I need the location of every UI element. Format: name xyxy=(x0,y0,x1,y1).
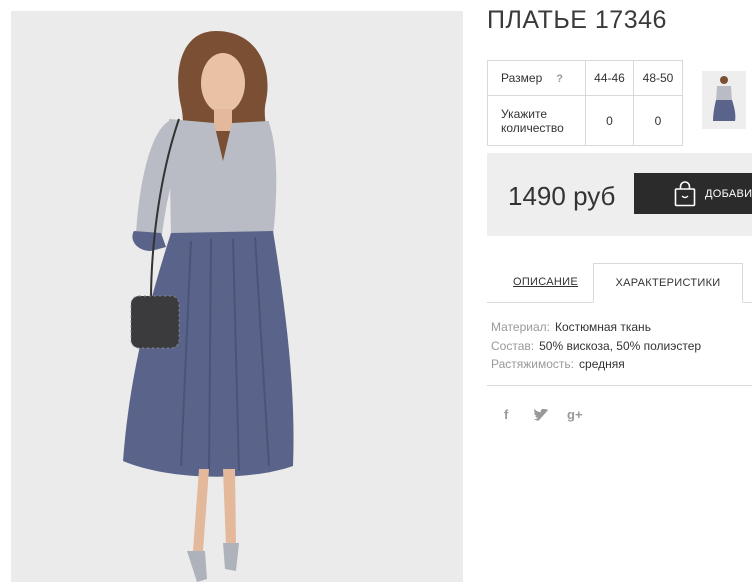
product-title: ПЛАТЬЕ 17346 xyxy=(487,6,667,34)
size-quantity-table: Размер? 44-46 48-50 Укажите количество 0… xyxy=(487,60,683,146)
quantity-label: Укажите количество xyxy=(487,95,586,146)
spec-row: Растяжимость: средняя xyxy=(491,355,701,374)
dress-model-illustration xyxy=(123,31,294,582)
section-divider xyxy=(487,385,752,386)
size-help-icon[interactable]: ? xyxy=(556,73,563,85)
quantity-input-44-46[interactable]: 0 xyxy=(585,95,634,146)
tab-characteristics[interactable]: ХАРАКТЕРИСТИКИ xyxy=(593,263,743,303)
add-to-cart-label: ДОБАВИТЬ xyxy=(705,187,752,200)
size-44-46: 44-46 xyxy=(585,60,634,96)
twitter-icon[interactable] xyxy=(534,409,549,421)
quantity-input-48-50[interactable]: 0 xyxy=(633,95,683,146)
specs-list: Материал: Костюмная ткань Состав: 50% виск… xyxy=(491,318,701,374)
product-price: 1490 руб xyxy=(508,181,616,211)
product-main-image[interactable] xyxy=(11,11,463,582)
spec-value: средняя xyxy=(579,357,625,371)
tab-description[interactable]: ОПИСАНИЕ xyxy=(513,276,578,288)
product-thumbnail[interactable] xyxy=(702,71,746,129)
shopping-bag-icon xyxy=(674,180,696,206)
spec-key: Растяжимость: xyxy=(491,357,575,371)
spec-value: Костюмная ткань xyxy=(554,320,651,334)
size-label: Размер xyxy=(501,71,543,85)
spec-key: Материал: xyxy=(491,320,550,334)
size-48-50: 48-50 xyxy=(633,60,683,96)
thumbnail-image xyxy=(713,76,736,121)
spec-row: Состав: 50% вискоза, 50% полиэстер xyxy=(491,337,701,356)
spec-key: Состав: xyxy=(491,338,535,353)
spec-row: Материал: Костюмная ткань xyxy=(491,318,701,337)
price-panel: 1490 руб ДОБАВИТЬ xyxy=(487,153,752,236)
facebook-icon[interactable]: f xyxy=(504,407,508,422)
size-label-cell: Размер? xyxy=(487,60,586,96)
googleplus-icon[interactable]: g+ xyxy=(567,407,583,422)
spec-value: 50% вискоза, 50% полиэстер xyxy=(539,338,702,353)
add-to-cart-button[interactable]: ДОБАВИТЬ xyxy=(634,173,752,214)
